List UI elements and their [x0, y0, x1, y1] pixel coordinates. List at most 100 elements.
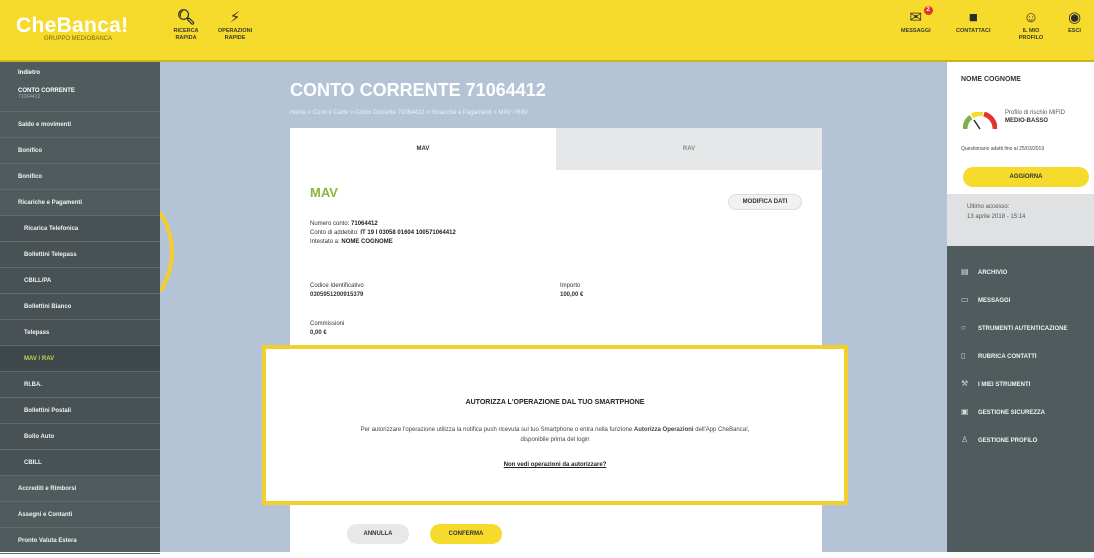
tab-mav[interactable]: MAV: [290, 128, 556, 170]
decorative-curve: [160, 212, 174, 292]
quick-search-label: RICERCA RAPIDA: [173, 28, 199, 41]
chat-icon: ■: [968, 9, 978, 26]
holder-line: Intestato a: NOME COGNOME: [310, 239, 393, 245]
shield-icon: ○: [961, 323, 966, 332]
quick-operations-label: OPERAZIONI RAPIDE: [217, 28, 253, 41]
right-menu-label: RUBRICA CONTATTI: [978, 354, 1037, 360]
commission-label: Commissioni: [310, 321, 345, 327]
sidebar-back[interactable]: Indietro CONTO CORRENTE 71064412: [0, 62, 160, 112]
last-access-box: Ultimo accesso: 13 aprile 2018 - 15:14: [947, 194, 1094, 246]
sidebar-item[interactable]: Assegni e Contanti: [0, 502, 160, 528]
contacts-icon: ▯: [961, 351, 966, 360]
right-menu-item[interactable]: ▤ ARCHIVIO: [947, 258, 1094, 286]
right-menu: ▤ ARCHIVIO ▭ MESSAGGI ○ STRUMENTI AUTENTICAZI…: [947, 246, 1094, 454]
risk-profile-label: Profilo di rischio MiFID: [1005, 110, 1066, 116]
profile-icon: ♙︎: [961, 435, 969, 444]
user-icon: ☺︎: [1023, 9, 1039, 26]
amount-label: Importo: [560, 283, 581, 289]
archive-icon: ▤: [961, 267, 969, 276]
right-menu-item[interactable]: ○ STRUMENTI AUTENTICAZIONE: [947, 314, 1094, 342]
section-title: MAV: [310, 185, 338, 200]
profile-label: IL MIO PROFILO: [1018, 28, 1044, 41]
message-icon: ▭: [961, 295, 969, 304]
risk-profile-value: MEDIO-BASSO: [1005, 118, 1049, 124]
sidebar-item[interactable]: Bonifico: [0, 164, 160, 190]
tab-bar: MAV RAV: [290, 128, 822, 170]
amount-value: 100,00 €: [560, 292, 584, 298]
quick-operations-button[interactable]: ⚡︎ OPERAZIONI RAPIDE: [216, 8, 254, 42]
debit-account-line: Conto di addebito: IT 19 I 03058 01604 1…: [310, 230, 456, 236]
risk-gauge-icon: [963, 112, 997, 130]
update-button[interactable]: AGGIORNA: [963, 167, 1089, 187]
logout-button[interactable]: ◉ ESCI: [1068, 8, 1081, 35]
edit-data-button[interactable]: MODIFICA DATI: [728, 194, 802, 210]
sidebar-account-number: 71064412: [18, 94, 41, 100]
left-sidebar: Indietro CONTO CORRENTE 71064412 Saldo e…: [0, 62, 160, 554]
amount-field: Importo 100,00 €: [560, 282, 583, 300]
sidebar-item[interactable]: Bonifico: [0, 138, 160, 164]
messages-label: MESSAGGI: [901, 28, 931, 34]
sidebar-item[interactable]: Saldo e movimenti: [0, 112, 160, 138]
lock-icon: ▣: [961, 407, 969, 416]
sidebar-item[interactable]: Telepass: [0, 320, 160, 346]
profile-button[interactable]: ☺︎ IL MIO PROFILO: [1013, 8, 1049, 42]
account-number-line: Numero conto: 71064412: [310, 221, 378, 227]
back-label: Indietro: [18, 70, 40, 76]
quick-search-button[interactable]: 🔍︎ RICERCA RAPIDA: [170, 8, 202, 42]
brand-logo[interactable]: CheBanca! GRUPPO MEDIOBANCA: [16, 14, 128, 42]
right-menu-item[interactable]: ⚒︎ I MIEI STRUMENTI: [947, 370, 1094, 398]
messages-button[interactable]: ✉︎ 2 MESSAGGI: [901, 6, 933, 35]
right-menu-label: GESTIONE SICUREZZA: [978, 410, 1046, 416]
questionnaire-info: Questionario adatti fino al 25/03/2019: [961, 146, 1045, 152]
tab-rav[interactable]: RAV: [556, 128, 822, 170]
cancel-button[interactable]: ANNULLA: [347, 524, 409, 544]
account-details: Numero conto: 71064412 Conto di addebito…: [310, 220, 456, 247]
right-menu-item[interactable]: ▭ MESSAGGI: [947, 286, 1094, 314]
sidebar-item[interactable]: Ricarica Telefonica: [0, 216, 160, 242]
tools-icon: ⚒︎: [961, 379, 969, 388]
sidebar-item[interactable]: Bollettini Telepass: [0, 242, 160, 268]
sidebar-item[interactable]: MAV / RAV: [0, 346, 160, 372]
last-access-label: Ultimo accesso:: [967, 204, 1010, 210]
top-bar: CheBanca! GRUPPO MEDIOBANCA 🔍︎ RICERCA R…: [0, 0, 1094, 62]
sidebar-item[interactable]: CBILL/PA: [0, 268, 160, 294]
last-access-value: 13 aprile 2018 - 15:14: [967, 214, 1026, 220]
right-menu-label: MESSAGGI: [978, 298, 1011, 304]
logout-icon: ◉: [1068, 9, 1082, 26]
right-menu-item[interactable]: ♙︎ GESTIONE PROFILO: [947, 426, 1094, 454]
sidebar-item[interactable]: Pronto Valuta Estera: [0, 528, 160, 554]
logout-label: ESCI: [1068, 28, 1081, 34]
modal-text-line2: disponibile prima del login: [520, 437, 590, 443]
right-menu-label: ARCHIVIO: [978, 270, 1008, 276]
sidebar-item[interactable]: Ricariche e Pagamenti: [0, 190, 160, 216]
sidebar-item[interactable]: Accrediti e Rimborsi: [0, 476, 160, 502]
code-value: 0305951200915379: [310, 292, 364, 298]
commission-value: 0,00 €: [310, 330, 327, 336]
commission-field: Commissioni 0,00 €: [310, 320, 344, 338]
sidebar-item[interactable]: CBILL: [0, 450, 160, 476]
modal-title: AUTORIZZA L'OPERAZIONE DAL TUO SMARTPHON…: [465, 399, 645, 406]
sidebar-item[interactable]: Bollo Auto: [0, 424, 160, 450]
search-icon: 🔍︎: [176, 9, 196, 26]
contact-label: CONTATTACI: [956, 28, 991, 34]
modal-text-bold: Autorizza Operazioni: [633, 427, 694, 433]
brand-name: CheBanca!: [16, 14, 129, 37]
mail-icon: ✉︎ 2: [901, 6, 933, 28]
no-operations-link[interactable]: Non vedi operazioni da autorizzare?: [266, 462, 844, 468]
right-menu-item[interactable]: ▯ RUBRICA CONTATTI: [947, 342, 1094, 370]
lightning-icon: ⚡︎: [229, 9, 241, 26]
user-name: NOME COGNOME: [961, 76, 1021, 83]
sidebar-item[interactable]: Bollettini Postali: [0, 398, 160, 424]
right-menu-label: STRUMENTI AUTENTICAZIONE: [978, 326, 1068, 332]
right-menu-label: I MIEI STRUMENTI: [978, 382, 1031, 388]
modal-text-after: dell'App CheBanca!,: [693, 427, 750, 433]
user-box: NOME COGNOME Profilo di rischio MiFID ME…: [947, 62, 1094, 194]
contact-button[interactable]: ■ CONTATTACI: [956, 8, 991, 35]
modal-text-before: Per autorizzare l'operazione utilizza la…: [360, 427, 634, 433]
breadcrumb[interactable]: Home > Conti e Carte > Conto Corrente 71…: [290, 110, 528, 116]
confirm-button[interactable]: CONFERMA: [430, 524, 502, 544]
modal-text: Per autorizzare l'operazione utilizza la…: [272, 425, 838, 445]
sidebar-item[interactable]: RI.BA.: [0, 372, 160, 398]
right-menu-item[interactable]: ▣ GESTIONE SICUREZZA: [947, 398, 1094, 426]
sidebar-item[interactable]: Bollettini Bianco: [0, 294, 160, 320]
